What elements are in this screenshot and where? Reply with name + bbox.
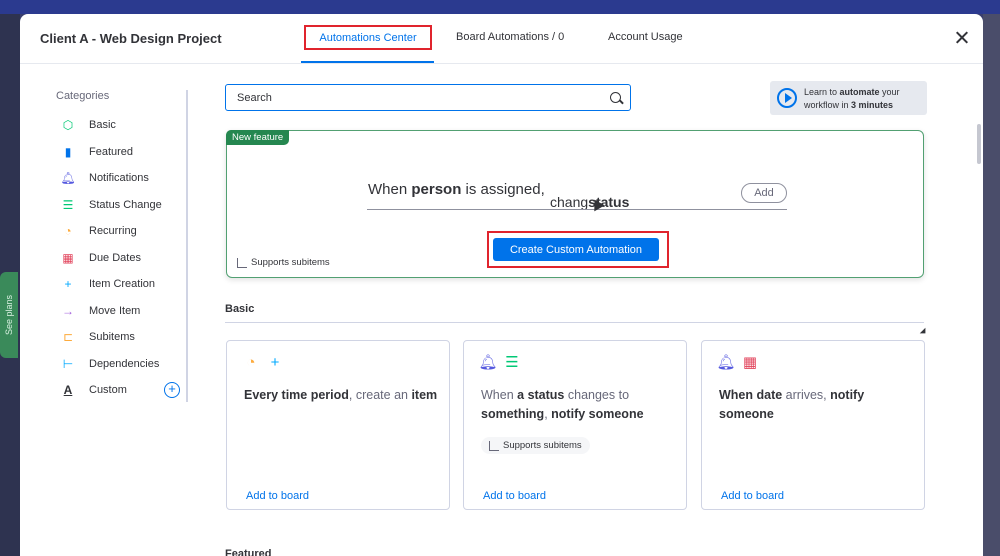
sidebar-item-label: Featured (89, 145, 134, 158)
sidebar-item-item-creation[interactable]: + Item Creation (56, 271, 188, 298)
background-right-panel (983, 14, 1000, 556)
clock-icon: ◔ (64, 224, 72, 239)
see-plans-tab[interactable]: See plans (0, 272, 18, 358)
sidebar-item-label: Basic (89, 119, 116, 132)
sidebar-item-label: Recurring (89, 225, 137, 238)
play-icon (777, 88, 797, 108)
automations-modal: Client A - Web Design Project Automation… (20, 14, 983, 556)
status-stack-icon: ☰ (505, 354, 519, 371)
tab-account-usage[interactable]: Account Usage (608, 31, 683, 43)
active-tab-underline (301, 61, 434, 63)
bookmark-icon: ▮ (64, 144, 72, 159)
categories-heading: Categories (56, 90, 110, 102)
sidebar-item-featured[interactable]: ▮ Featured (56, 139, 188, 166)
sidebar-item-label: Item Creation (89, 278, 156, 291)
close-icon[interactable] (954, 30, 970, 46)
status-stack-icon: ☰ (62, 197, 74, 212)
modal-scrollbar[interactable] (977, 124, 981, 164)
bell-icon: 🔔︎ (478, 354, 498, 371)
add-pill-button[interactable]: Add (741, 183, 787, 203)
sidebar-item-label: Dependencies (89, 357, 160, 370)
plus-icon: + (64, 277, 72, 292)
tab-automations-center[interactable]: Automations Center (304, 25, 432, 50)
clock-icon: ◔ (246, 353, 256, 371)
sidebar-scroll-track[interactable] (186, 90, 188, 402)
categories-sidebar: Categories ⬡ Basic ▮ Featured 🔔︎ Notification… (56, 90, 188, 404)
add-to-board-link[interactable]: Add to board (246, 490, 309, 502)
section-divider (225, 322, 924, 323)
automation-sentence: When person is assigned, (368, 181, 545, 198)
sidebar-item-label: Custom (89, 384, 127, 397)
automation-recipe-card[interactable]: 🔔︎ ☰ When a status changes to something, n… (463, 340, 687, 510)
calendar-icon: ▦ (742, 354, 758, 371)
section-title-basic: Basic (225, 303, 255, 315)
sidebar-item-subitems[interactable]: ⊏ Subitems (56, 324, 188, 351)
section-title-featured: Featured (225, 548, 272, 556)
recipe-icons: 🔔︎ ▦ (716, 353, 759, 371)
sidebar-item-label: Status Change (89, 198, 162, 211)
subitems-icon (489, 440, 499, 451)
letter-a-icon: A (63, 383, 73, 398)
subitems-icon: ⊏ (62, 330, 74, 345)
sidebar-item-label: Due Dates (89, 251, 141, 264)
plus-icon: + (270, 353, 280, 371)
recipe-icons: 🔔︎ ☰ (478, 353, 521, 371)
automation-recipe-card[interactable]: ◔ + Every time period, create an item Add t… (226, 340, 450, 510)
modal-header: Client A - Web Design Project Automation… (20, 14, 983, 64)
learn-text: Learn to automate your workflow in 3 min… (804, 87, 900, 110)
recipe-sentence: Every time period, create an item (244, 388, 438, 402)
tab-board-automations[interactable]: Board Automations / 0 (456, 31, 564, 43)
calendar-icon: ▦ (62, 250, 74, 265)
add-custom-category-button[interactable]: + (164, 382, 180, 398)
sidebar-item-label: Subitems (89, 331, 135, 344)
sidebar-item-basic[interactable]: ⬡ Basic (56, 112, 188, 139)
sidebar-item-label: Notifications (89, 172, 149, 185)
add-to-board-link[interactable]: Add to board (721, 490, 784, 502)
search-icon[interactable] (610, 92, 621, 103)
sidebar-item-label: Move Item (89, 304, 141, 317)
sidebar-item-recurring[interactable]: ◔ Recurring (56, 218, 188, 245)
cube-icon: ⬡ (62, 118, 74, 133)
new-feature-badge: New feature (226, 130, 290, 145)
sidebar-item-notifications[interactable]: 🔔︎ Notifications (56, 165, 188, 192)
dependency-icon: ⊢ (62, 356, 74, 371)
bell-icon: 🔔︎ (716, 354, 736, 371)
recipe-sentence: When a status changes to something, noti… (481, 388, 644, 421)
background-top-banner (0, 0, 1000, 14)
create-custom-automation-button[interactable]: Create Custom Automation (493, 238, 659, 261)
custom-automation-feature-card: New feature When person is assigned, cha… (226, 130, 924, 278)
add-to-board-link[interactable]: Add to board (483, 490, 546, 502)
recipe-icons: ◔ + (242, 353, 284, 371)
supports-subitems-note: Supports subitems (237, 257, 330, 268)
search-placeholder: Search (237, 92, 272, 104)
recipe-sentence: When date arrives, notify someone (719, 388, 865, 421)
bell-icon: 🔔︎ (60, 171, 76, 186)
subitems-icon (237, 257, 247, 268)
sidebar-item-move-item[interactable]: → Move Item (56, 298, 188, 325)
arrow-right-icon: → (62, 303, 74, 318)
supports-subitems-badge: Supports subitems (481, 437, 590, 454)
sentence-underline (367, 209, 787, 210)
board-title: Client A - Web Design Project (40, 31, 222, 46)
sidebar-item-status-change[interactable]: ☰ Status Change (56, 192, 188, 219)
sidebar-item-due-dates[interactable]: ▦ Due Dates (56, 245, 188, 272)
search-input[interactable]: Search (225, 84, 631, 111)
learn-video-button[interactable]: Learn to automate your workflow in 3 min… (770, 81, 927, 115)
automation-recipe-card[interactable]: 🔔︎ ▦ When date arrives, notify someone Add … (701, 340, 925, 510)
sidebar-item-dependencies[interactable]: ⊢ Dependencies (56, 351, 188, 378)
